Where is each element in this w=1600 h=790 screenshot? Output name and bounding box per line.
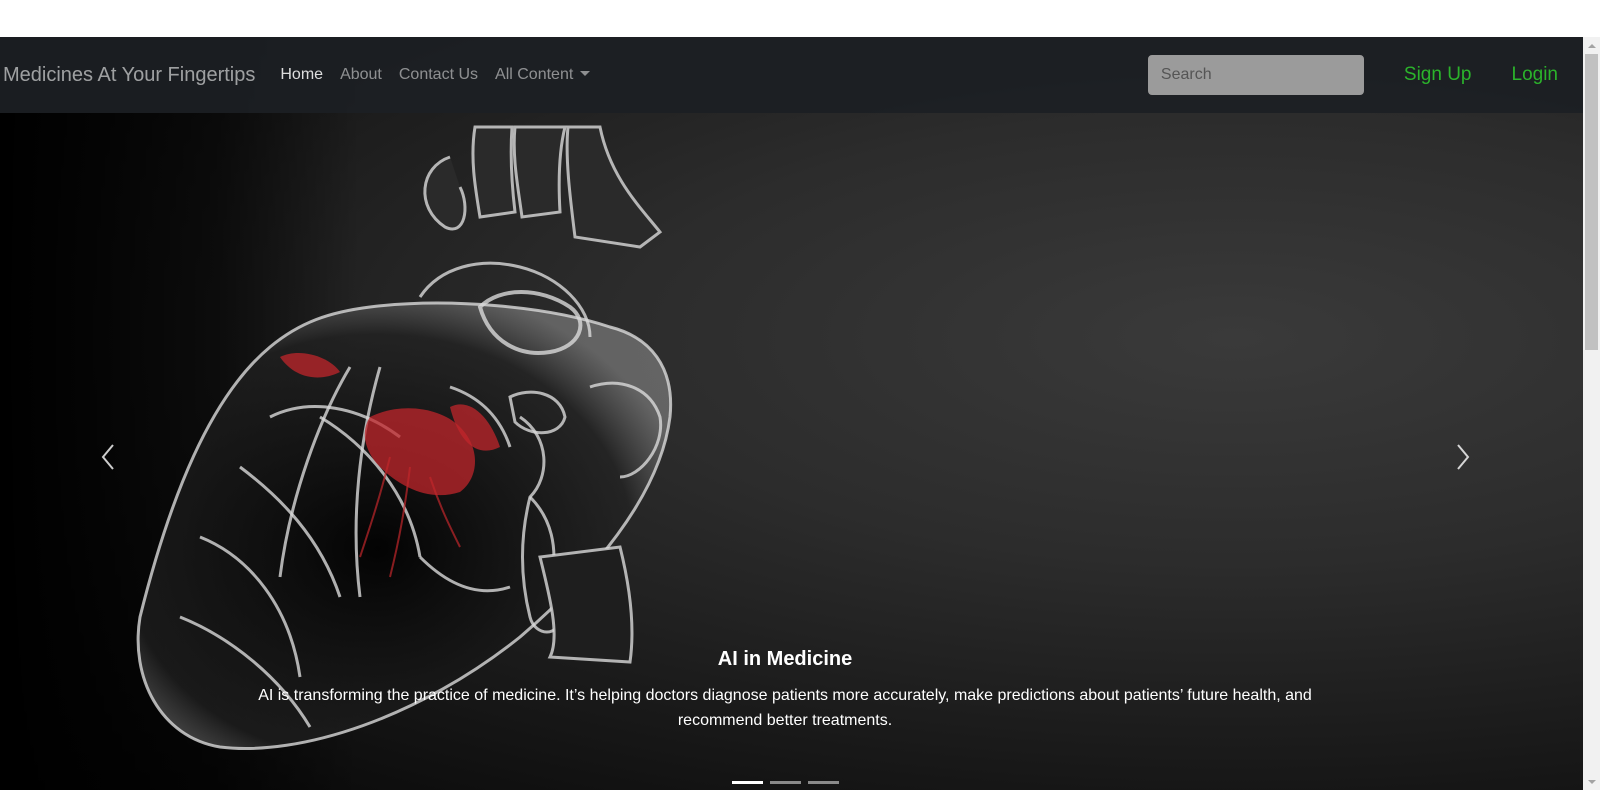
chevron-left-icon: [101, 444, 114, 470]
scroll-down-arrow-icon[interactable]: [1583, 773, 1600, 790]
nav-link-about[interactable]: About: [340, 66, 382, 84]
vertical-scrollbar[interactable]: [1583, 37, 1600, 790]
caption-title: AI in Medicine: [717, 648, 853, 670]
caption-text: AI is transforming the practice of medic…: [258, 687, 1312, 729]
nav-link-contact-us[interactable]: Contact Us: [399, 66, 478, 84]
search-input[interactable]: [1147, 55, 1364, 95]
navbar: Medicines At Your Fingertips Home About …: [0, 37, 1583, 113]
nav-link-home[interactable]: Home: [280, 66, 323, 84]
carousel-prev-button[interactable]: [93, 437, 123, 477]
hero-carousel: AI in Medicine AI is transforming the pr…: [0, 37, 1583, 790]
signup-link[interactable]: Sign Up: [1404, 64, 1472, 86]
nav-links: Home About Contact Us All Content: [280, 66, 607, 84]
carousel-indicator-3[interactable]: [808, 781, 839, 784]
brand-logo-text[interactable]: Medicines At Your Fingertips: [3, 64, 255, 87]
scroll-up-arrow-icon[interactable]: [1583, 37, 1600, 54]
carousel-indicator-2[interactable]: [770, 781, 801, 784]
carousel-caption: AI in Medicine AI is transforming the pr…: [0, 648, 1570, 733]
carousel-next-button[interactable]: [1448, 437, 1478, 477]
login-link[interactable]: Login: [1512, 64, 1559, 86]
nav-right: Sign Up Login: [1147, 55, 1559, 95]
carousel-indicator-1[interactable]: [732, 781, 763, 784]
chevron-right-icon: [1457, 444, 1470, 470]
nav-dropdown-all-content[interactable]: All Content: [495, 66, 591, 84]
caret-down-icon: [580, 71, 591, 76]
scroll-thumb[interactable]: [1585, 54, 1598, 350]
nav-dropdown-label: All Content: [495, 66, 574, 83]
page: AI in Medicine AI is transforming the pr…: [0, 0, 1600, 790]
carousel-indicators: [732, 781, 846, 784]
